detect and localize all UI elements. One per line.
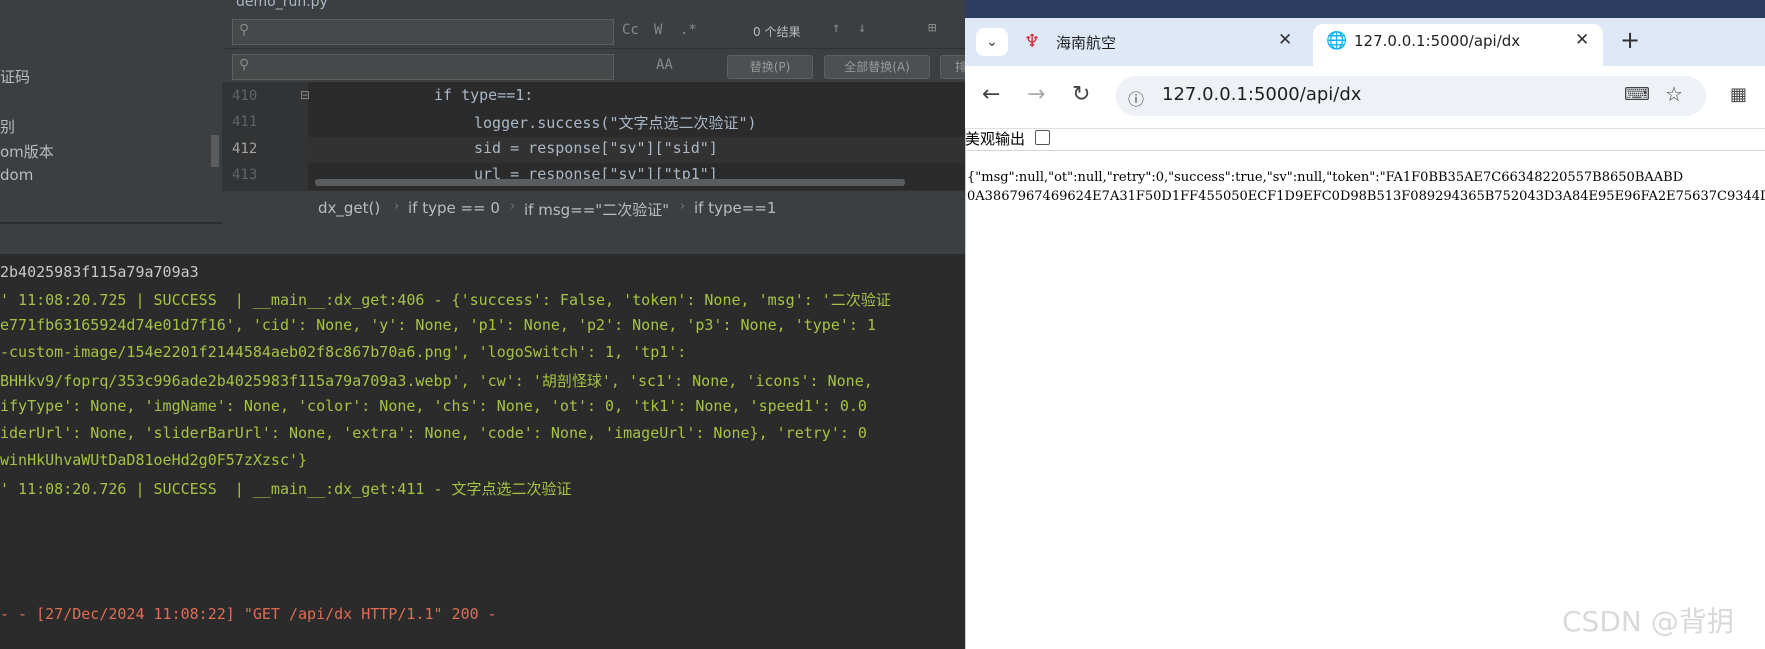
- desktop-background: [965, 0, 1765, 18]
- project-scrollbar[interactable]: [211, 135, 219, 167]
- json-line: {"msg":null,"ot":null,"retry":0,"success…: [967, 170, 1684, 185]
- replace-input[interactable]: ⚲: [232, 54, 614, 80]
- project-item[interactable]: dom: [0, 166, 33, 184]
- prev-match-icon[interactable]: ↑: [832, 20, 840, 36]
- breadcrumb-item[interactable]: if type==1: [694, 199, 776, 217]
- tab-search-icon[interactable]: ⌄: [976, 28, 1008, 56]
- chevron-right-icon: ›: [394, 199, 400, 214]
- next-match-icon[interactable]: ↓: [858, 20, 866, 36]
- file-tab[interactable]: demo_run.py: [236, 0, 328, 14]
- console-line: ifyType': None, 'imgName': None, 'color'…: [0, 397, 867, 415]
- console-line: ' 11:08:20.726 | SUCCESS | __main__:dx_g…: [0, 480, 572, 498]
- search-icon: ⚲: [239, 57, 250, 73]
- project-panel: 证码 别 om版本 dom: [0, 0, 222, 222]
- project-item[interactable]: 证码: [0, 66, 30, 87]
- tab-title[interactable]: 127.0.0.1:5000/api/dx: [1354, 32, 1520, 68]
- qr-code-icon[interactable]: ▦: [1730, 84, 1747, 105]
- editor-hscrollbar[interactable]: [315, 179, 905, 186]
- run-console[interactable]: 2b4025983f115a79a709a3 ' 11:08:20.725 | …: [0, 255, 965, 649]
- editor-tabbar: [222, 0, 965, 15]
- globe-icon: 🌐: [1326, 31, 1348, 51]
- close-icon[interactable]: ✕: [1278, 30, 1292, 50]
- find-input[interactable]: ⚲: [232, 19, 614, 45]
- line-number: 411: [232, 114, 258, 130]
- translate-icon[interactable]: ⌨: [1624, 84, 1650, 105]
- json-line: 0A3867967469624E7A31F50D1FF455050ECF1D9E…: [967, 189, 1765, 204]
- code-line: if type==1:: [434, 86, 534, 104]
- chevron-right-icon: ›: [680, 199, 686, 214]
- search-icon: ⚲: [239, 22, 250, 38]
- url-text[interactable]: 127.0.0.1:5000/api/dx: [1162, 84, 1361, 105]
- project-item[interactable]: om版本: [0, 141, 54, 162]
- breadcrumb-item[interactable]: if type == 0: [408, 199, 500, 217]
- star-icon[interactable]: ☆: [1665, 82, 1683, 106]
- breadcrumb-item[interactable]: if msg=="二次验证": [524, 199, 669, 220]
- whole-word-icon[interactable]: W: [654, 22, 662, 38]
- pretty-print-label: 美观输出: [965, 130, 1026, 148]
- divider: [965, 150, 1765, 151]
- line-number: 410: [232, 88, 258, 104]
- console-line: -custom-image/154e2201f2144584aeb02f8c86…: [0, 343, 687, 361]
- find-row: ⚲ Cc W .* 0 个结果 ↑ ↓ ⊞: [222, 14, 965, 49]
- filter-icon[interactable]: ⊞: [928, 20, 936, 36]
- reload-icon[interactable]: ↻: [1072, 82, 1090, 107]
- site-info-icon[interactable]: ⓘ: [1128, 86, 1144, 110]
- breadcrumb-item[interactable]: dx_get(): [318, 199, 380, 217]
- console-line: e771fb63165924d74e01d7f16', 'cid': None,…: [0, 316, 876, 334]
- console-line: - - [27/Dec/2024 11:08:22] "GET /api/dx …: [0, 605, 497, 623]
- tab-title[interactable]: 海南航空: [1056, 32, 1116, 68]
- json-response: {"msg":null,"ot":null,"retry":0,"success…: [967, 168, 1765, 206]
- project-item[interactable]: 别: [0, 116, 15, 137]
- replace-button[interactable]: 替换(P): [727, 55, 813, 79]
- code-line: logger.success("文字点选二次验证"): [474, 114, 757, 132]
- panel-divider[interactable]: [0, 224, 965, 255]
- replace-all-button[interactable]: 全部替换(A): [824, 55, 930, 79]
- regex-icon[interactable]: .*: [680, 22, 697, 38]
- hainan-airlines-logo-icon: ♆: [1024, 31, 1041, 52]
- code-line: sid = response["sv"]["sid"]: [474, 139, 718, 157]
- fold-icon[interactable]: ⊟: [300, 88, 310, 102]
- line-number: 413: [232, 167, 258, 183]
- new-tab-icon[interactable]: +: [1620, 26, 1640, 54]
- breadcrumb: dx_get() › if type == 0 › if msg=="二次验证"…: [222, 190, 965, 225]
- console-line: 2b4025983f115a79a709a3: [0, 263, 199, 281]
- match-case-icon[interactable]: Cc: [622, 22, 639, 38]
- line-number: 412: [232, 141, 258, 157]
- console-line: iderUrl': None, 'sliderBarUrl': None, 'e…: [0, 424, 867, 442]
- chevron-right-icon: ›: [510, 199, 516, 214]
- replace-row: ⚲ AA 替换(P) 全部替换(A) 排: [222, 49, 982, 84]
- find-result-count: 0 个结果: [753, 25, 801, 39]
- console-line: ' 11:08:20.725 | SUCCESS | __main__:dx_g…: [0, 291, 891, 309]
- console-line: BHHkv9/foprq/353c996ade2b4025983f115a79a…: [0, 372, 873, 390]
- back-icon[interactable]: ←: [982, 82, 1000, 107]
- console-line: winHkUhvaWUtDaD81oeHd2g0F57zXzsc'}: [0, 451, 308, 469]
- watermark: CSDN @背抈: [1562, 605, 1735, 638]
- preserve-case-icon[interactable]: AA: [656, 57, 673, 73]
- forward-icon[interactable]: →: [1027, 82, 1045, 107]
- pretty-print-checkbox[interactable]: [1035, 130, 1050, 145]
- close-icon[interactable]: ✕: [1575, 30, 1589, 50]
